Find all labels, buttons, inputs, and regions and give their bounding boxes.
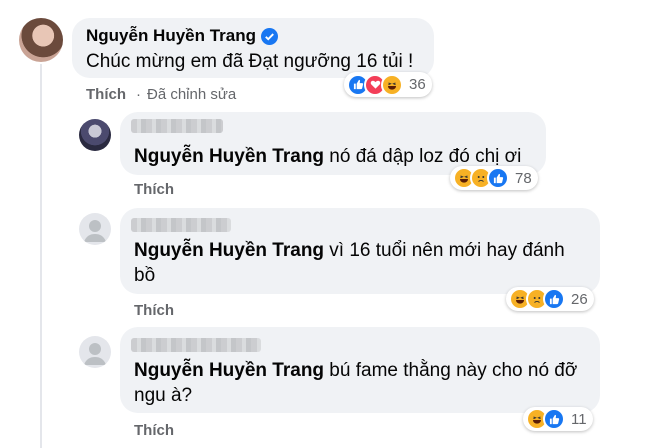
reaction-count: 36 xyxy=(409,76,426,93)
haha-icon xyxy=(381,73,403,96)
reaction-count: 11 xyxy=(571,410,587,428)
main-comment-author-row: Nguyễn Huyền Trang xyxy=(86,26,279,46)
like-icon xyxy=(543,408,565,430)
reply-avatar[interactable] xyxy=(79,213,111,245)
main-comment-avatar[interactable] xyxy=(19,18,63,62)
reply-reactions[interactable]: 78 xyxy=(450,166,538,190)
mention-link[interactable]: Nguyễn Huyền Trang xyxy=(134,240,324,261)
like-action-button[interactable]: Thích xyxy=(134,422,174,439)
mention-link[interactable]: Nguyễn Huyền Trang xyxy=(134,360,324,381)
reaction-count: 78 xyxy=(515,169,532,187)
main-comment-text: Chúc mừng em đã Đạt ngưỡng 16 tủi ! xyxy=(86,51,414,72)
blurred-author-name xyxy=(131,218,231,232)
reply-text: Nguyễn Huyền Trang vì 16 tuổi nên mới ha… xyxy=(134,238,589,288)
reply-reactions[interactable]: 26 xyxy=(506,287,594,311)
reaction-count: 26 xyxy=(571,290,588,308)
verified-badge-icon xyxy=(261,27,279,45)
reply-reactions[interactable]: 11 xyxy=(523,407,593,431)
default-avatar-icon xyxy=(84,343,106,365)
thread-line xyxy=(40,64,42,448)
default-avatar-icon xyxy=(84,220,106,242)
main-comment-actions: Thích · Đã chỉnh sửa xyxy=(86,86,236,103)
reply-avatar[interactable] xyxy=(79,119,111,151)
main-comment-author[interactable]: Nguyễn Huyền Trang xyxy=(86,26,256,46)
like-action-button[interactable]: Thích xyxy=(134,181,174,198)
like-icon xyxy=(543,288,565,310)
edited-label[interactable]: Đã chỉnh sửa xyxy=(147,86,236,103)
like-action-button[interactable]: Thích xyxy=(86,86,126,103)
reply-body: nó đá dập loz đó chị ơi xyxy=(324,146,522,167)
main-comment-reactions[interactable]: 36 xyxy=(344,72,432,97)
blurred-author-name xyxy=(131,338,261,352)
reply-text: Nguyễn Huyền Trang bú fame thằng này cho… xyxy=(134,358,589,408)
blurred-author-name xyxy=(131,119,223,133)
like-icon xyxy=(487,167,509,189)
mention-link[interactable]: Nguyễn Huyền Trang xyxy=(134,146,324,167)
separator: · xyxy=(136,86,141,103)
reply-avatar[interactable] xyxy=(79,336,111,368)
like-action-button[interactable]: Thích xyxy=(134,302,174,319)
